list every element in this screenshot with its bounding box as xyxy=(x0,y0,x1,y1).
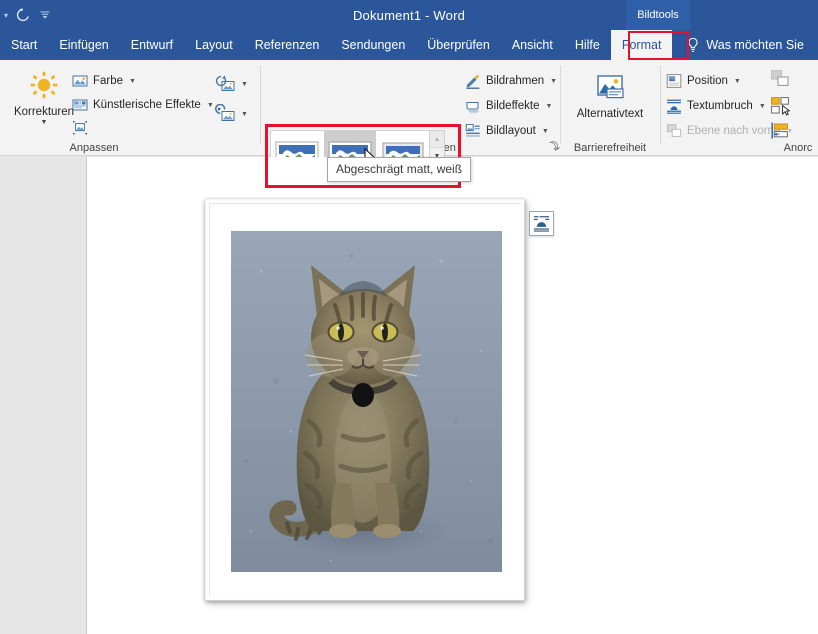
auswahlbereich-button[interactable] xyxy=(770,96,790,116)
group-label-anordnen: Anorc xyxy=(720,142,818,154)
tell-me-box[interactable]: Was möchten Sie xyxy=(672,30,804,60)
kuenstlerische-effekte-label: Künstlerische Effekte xyxy=(93,99,201,111)
textumbruch-caret-icon[interactable]: ▼ xyxy=(759,103,766,110)
bildrahmen-label: Bildrahmen xyxy=(486,75,544,87)
tab-referenzen[interactable]: Referenzen xyxy=(244,30,331,60)
kuenstlerische-effekte-button[interactable]: Künstlerische Effekte ▼ xyxy=(72,95,214,115)
farbe-label: Farbe xyxy=(93,75,123,87)
picture-style-tooltip: Abgeschrägt matt, weiß xyxy=(327,157,471,182)
contextual-tab-group-bildtools: Bildtools xyxy=(626,0,690,30)
bildlayout-caret-icon[interactable]: ▼ xyxy=(542,128,549,135)
title-bar: ▾ Dokument1 - Word Bildtools xyxy=(0,0,818,30)
alternativtext-label: Alternativtext xyxy=(577,108,643,120)
tab-sendungen[interactable]: Sendungen xyxy=(330,30,416,60)
position-label: Position xyxy=(687,75,728,87)
bildrahmen-button[interactable]: Bildrahmen ▼ xyxy=(465,71,557,91)
qat-redo-icon[interactable] xyxy=(12,4,34,26)
tab-einfuegen[interactable]: Einfügen xyxy=(48,30,119,60)
word-window: ▾ Dokument1 - Word Bildtools xyxy=(0,0,818,634)
tab-format[interactable]: Format xyxy=(611,30,673,60)
document-title: Dokument1 - Word xyxy=(0,0,818,30)
qat-overflow-caret-icon[interactable]: ▾ xyxy=(0,2,12,28)
anpassen-dialog-launcher[interactable]: ⤵ xyxy=(551,139,560,152)
group-separator-3 xyxy=(660,66,661,144)
picture-frame[interactable] xyxy=(205,199,525,601)
tab-ansicht[interactable]: Ansicht xyxy=(501,30,564,60)
color-picture-icon xyxy=(72,73,88,89)
align-objects-icon xyxy=(770,121,790,141)
reset-picture-icon xyxy=(215,104,235,124)
picture-layout-icon xyxy=(465,123,481,139)
korrekturen-label: Korrekturen xyxy=(14,106,74,118)
textumbruch-button[interactable]: Textumbruch ▼ xyxy=(666,96,766,116)
document-page[interactable] xyxy=(86,157,818,634)
ribbon-group-barrierefreiheit: Alternativtext Barrierefreiheit xyxy=(562,60,658,156)
bildeffekte-button[interactable]: Bildeffekte ▼ xyxy=(465,96,552,116)
bild-zuruecksetzen-button[interactable]: ▼ xyxy=(215,104,248,124)
ausrichten-button[interactable] xyxy=(770,121,790,141)
bildeffekte-caret-icon[interactable]: ▼ xyxy=(546,103,553,110)
tab-start[interactable]: Start xyxy=(0,30,48,60)
send-backward-icon xyxy=(770,69,790,89)
group-separator-2 xyxy=(560,66,561,144)
bild-zuruecksetzen-caret-icon[interactable]: ▼ xyxy=(241,111,248,118)
ebene-nach-vorne-label: Ebene nach vorne xyxy=(687,125,780,137)
document-workspace xyxy=(0,157,818,634)
position-button[interactable]: Position ▼ xyxy=(666,71,741,91)
alternativtext-button[interactable]: Alternativtext xyxy=(568,72,652,120)
compress-picture-icon xyxy=(215,74,235,94)
selection-pane-icon xyxy=(770,96,790,116)
bildrahmen-caret-icon[interactable]: ▼ xyxy=(550,78,557,85)
bring-forward-icon xyxy=(666,123,682,139)
group-label-barrierefreiheit: Barrierefreiheit xyxy=(562,142,658,154)
tab-ueberpruefen[interactable]: Überprüfen xyxy=(416,30,501,60)
ribbon-group-anordnen: Position ▼ Textumbruch ▼ xyxy=(662,60,818,156)
picture-effects-icon xyxy=(465,98,481,114)
transparenz-button[interactable] xyxy=(72,118,88,138)
group-label-anpassen: Anpassen xyxy=(0,142,244,154)
bildlayout-label: Bildlayout xyxy=(486,125,536,137)
bildeffekte-label: Bildeffekte xyxy=(486,100,540,112)
position-icon xyxy=(666,73,682,89)
textumbruch-label: Textumbruch xyxy=(687,100,753,112)
ribbon-group-anpassen: Korrekturen ▼ Farbe ▼ xyxy=(0,60,202,156)
bildlayout-button[interactable]: Bildlayout ▼ xyxy=(465,121,549,141)
farbe-caret-icon[interactable]: ▼ xyxy=(129,78,136,85)
tab-layout[interactable]: Layout xyxy=(184,30,244,60)
text-wrap-icon xyxy=(666,98,682,114)
ribbon: Korrekturen ▼ Farbe ▼ xyxy=(0,60,818,156)
farbe-button[interactable]: Farbe ▼ xyxy=(72,71,136,91)
alt-text-icon xyxy=(593,72,627,106)
group-separator-1 xyxy=(260,66,261,144)
korrekturen-dropdown-caret-icon[interactable]: ▼ xyxy=(41,119,48,126)
tab-entwurf[interactable]: Entwurf xyxy=(120,30,184,60)
layout-options-button[interactable] xyxy=(529,211,554,236)
cat-photo[interactable] xyxy=(231,231,502,572)
position-caret-icon[interactable]: ▼ xyxy=(734,78,741,85)
tab-hilfe[interactable]: Hilfe xyxy=(564,30,611,60)
qat-customize-icon[interactable] xyxy=(34,4,56,26)
brightness-sun-icon xyxy=(27,70,61,104)
tell-me-label: Was möchten Sie xyxy=(706,38,804,52)
quick-access-toolbar: ▾ xyxy=(0,0,56,30)
picture-border-icon xyxy=(465,73,481,89)
grafik-komprimieren-caret-icon[interactable]: ▼ xyxy=(241,81,248,88)
ebene-nach-hinten-button[interactable] xyxy=(770,69,790,89)
artistic-effects-icon xyxy=(72,97,88,113)
gallery-scroll-up-icon[interactable]: ▲ xyxy=(430,131,444,148)
kuenstlerische-effekte-caret-icon[interactable]: ▼ xyxy=(207,102,214,109)
transparency-icon xyxy=(72,120,88,136)
ribbon-tab-strip: Start Einfügen Entwurf Layout Referenzen… xyxy=(0,30,818,60)
grafik-komprimieren-button[interactable]: ▼ xyxy=(215,74,248,94)
lightbulb-icon xyxy=(686,37,700,53)
